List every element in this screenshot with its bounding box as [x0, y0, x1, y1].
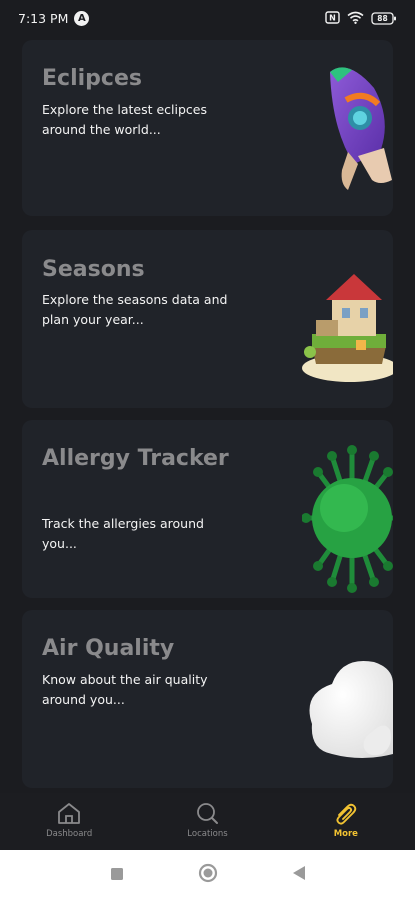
card-description: Know about the air quality around you... — [42, 672, 208, 707]
status-bar: 7:13 PM A N 88 — [0, 0, 415, 36]
home-icon — [58, 803, 81, 824]
nav-label: Dashboard — [46, 829, 93, 839]
card-title: Allergy Tracker — [42, 446, 229, 471]
paperclip-icon — [336, 803, 357, 825]
virus-icon — [301, 444, 393, 598]
nav-label: More — [333, 829, 358, 839]
recents-button[interactable] — [110, 866, 124, 885]
seasons-card[interactable]: Seasons Explore the seasons data and pla… — [22, 230, 393, 408]
card-description: Track the allergies around you... — [42, 516, 204, 551]
status-time: 7:13 PM — [18, 10, 69, 26]
card-description: Explore the seasons data and plan your y… — [42, 292, 228, 327]
nav-locations[interactable]: Locations — [138, 793, 276, 850]
search-icon — [197, 803, 219, 824]
house-island-icon — [298, 268, 393, 392]
nav-dashboard[interactable]: Dashboard — [0, 793, 138, 850]
wifi-icon — [347, 9, 364, 28]
back-button[interactable] — [292, 865, 306, 885]
svg-text:N: N — [329, 13, 336, 22]
card-title: Seasons — [42, 257, 145, 282]
card-title: Eclipces — [42, 66, 142, 91]
home-button[interactable] — [198, 863, 218, 887]
card-title: Air Quality — [42, 636, 175, 661]
allergy-tracker-card[interactable]: Allergy Tracker Track the allergies arou… — [22, 420, 393, 598]
nav-more[interactable]: More — [277, 793, 415, 850]
card-description: Explore the latest eclipces around the w… — [42, 102, 207, 137]
nfc-icon: N — [325, 9, 340, 28]
system-navigation-bar — [0, 850, 415, 900]
cloud-icon — [302, 654, 393, 770]
battery-icon: 88 — [371, 11, 397, 25]
battery-level: 88 — [377, 13, 388, 23]
eclipses-card[interactable]: Eclipces Explore the latest eclipces aro… — [22, 40, 393, 216]
nav-label: Locations — [187, 829, 228, 839]
air-quality-card[interactable]: Air Quality Know about the air quality a… — [22, 610, 393, 788]
bottom-navigation: Dashboard Locations More — [0, 793, 415, 850]
rocket-icon — [318, 60, 393, 204]
launcher-badge-icon: A — [74, 10, 90, 26]
